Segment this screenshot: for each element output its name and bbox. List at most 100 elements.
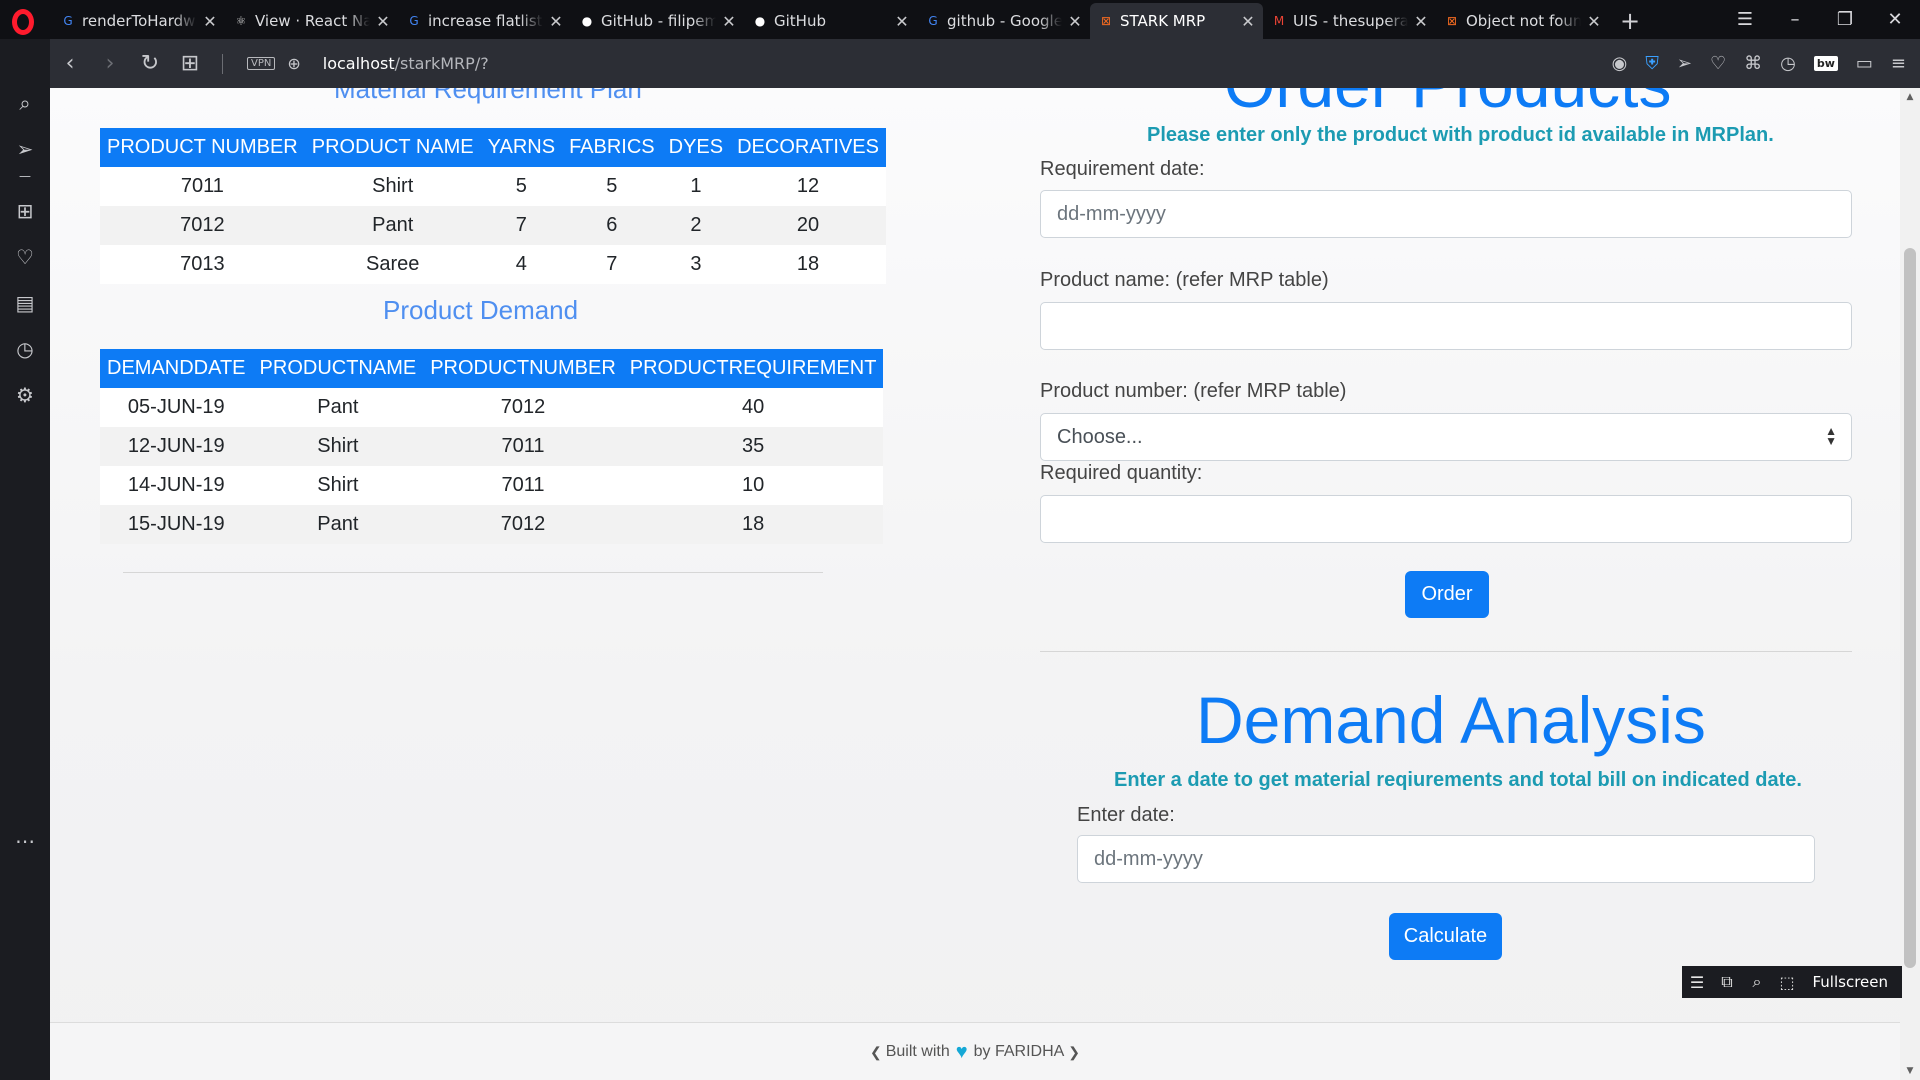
table-cell: 7012 bbox=[180, 214, 225, 236]
table-cell: 40 bbox=[741, 396, 765, 418]
table-cell: Shirt bbox=[317, 474, 359, 496]
order-button[interactable]: Order bbox=[1405, 571, 1489, 618]
bookmarks-heart-icon[interactable]: ♡ bbox=[0, 245, 50, 269]
browser-tab[interactable]: ⊠ STARK MRP ✕ bbox=[1090, 3, 1263, 39]
sidebar-divider: — bbox=[19, 169, 31, 183]
table-cell: 18 bbox=[741, 513, 765, 535]
tab-menu-icon[interactable]: ☰ bbox=[1720, 9, 1770, 30]
fullscreen-button[interactable]: Fullscreen bbox=[1812, 973, 1888, 991]
minimize-icon[interactable]: – bbox=[1770, 9, 1820, 30]
tab-close-icon[interactable]: ✕ bbox=[203, 12, 217, 31]
table-row: 05-JUN-19 Pant 7012 40 bbox=[100, 388, 884, 427]
scroll-thumb[interactable] bbox=[1904, 248, 1916, 968]
send-icon[interactable]: ➢ bbox=[0, 137, 50, 161]
tab-close-icon[interactable]: ✕ bbox=[376, 12, 390, 31]
scroll-up-icon[interactable]: ▲ bbox=[1900, 92, 1920, 102]
easy-setup-icon[interactable]: ≡ bbox=[1891, 53, 1906, 74]
select-caret-icon: ▲ ▼ bbox=[1825, 424, 1837, 448]
back-icon[interactable]: ‹ bbox=[50, 51, 90, 76]
tab-title: renderToHardwa bbox=[82, 12, 197, 30]
forward-icon[interactable]: › bbox=[90, 51, 130, 76]
tab-close-icon[interactable]: ✕ bbox=[1068, 12, 1082, 31]
tab-title: Object not foun bbox=[1466, 12, 1581, 30]
table-cell: 05-JUN-19 bbox=[127, 396, 225, 418]
requirement-date-input[interactable]: dd-mm-yyyy bbox=[1040, 190, 1852, 238]
tab-grid-icon[interactable]: ⊞ bbox=[170, 51, 210, 76]
table-cell: Shirt bbox=[372, 175, 414, 197]
speed-dial-icon[interactable]: ⊞ bbox=[0, 199, 50, 223]
site-info-icon[interactable]: ⊕ bbox=[287, 54, 300, 73]
tab-title: GitHub - filipem bbox=[601, 12, 716, 30]
restore-icon[interactable]: ❐ bbox=[1820, 9, 1870, 30]
table-cell: 5 bbox=[515, 175, 527, 197]
demand-table-body: 05-JUN-19 Pant 7012 40 12-JUN-19 Shirt 7011 35 1… bbox=[100, 388, 884, 544]
product-number-select[interactable]: Choose... ▲ ▼ bbox=[1040, 413, 1852, 461]
news-icon[interactable]: ▤ bbox=[0, 291, 50, 315]
table-cell: 1 bbox=[690, 175, 702, 197]
page-scrollbar[interactable]: ▲ ▼ bbox=[1900, 88, 1920, 1080]
tab-favicon-icon: M bbox=[1273, 14, 1285, 28]
history-icon[interactable]: ◷ bbox=[0, 337, 50, 361]
scroll-down-icon[interactable]: ▼ bbox=[1900, 1066, 1920, 1076]
history-icon[interactable]: ◷ bbox=[1780, 53, 1796, 74]
calculate-button[interactable]: Calculate bbox=[1389, 913, 1502, 960]
search-icon[interactable]: ⌕ bbox=[0, 91, 50, 115]
browser-tab[interactable]: GrenderToHardwa ✕ bbox=[52, 3, 225, 39]
heart-icon[interactable]: ♡ bbox=[1710, 53, 1726, 74]
enter-date-label: Enter date: bbox=[1077, 804, 1175, 826]
heart-icon: ♥ bbox=[955, 1040, 968, 1063]
extensions-icon[interactable]: ⌘ bbox=[1744, 53, 1762, 74]
battery-icon[interactable]: ▭ bbox=[1856, 53, 1873, 74]
browser-tab[interactable]: ● GitHub - filipem ✕ bbox=[571, 3, 744, 39]
column-header: PRODUCTNUMBER bbox=[423, 349, 623, 388]
tab-close-icon[interactable]: ✕ bbox=[1414, 12, 1428, 31]
extension-badge-icon[interactable]: bw bbox=[1813, 56, 1838, 71]
reload-icon[interactable]: ↻ bbox=[130, 51, 170, 76]
snapshot-icon[interactable]: ◉ bbox=[1612, 53, 1628, 74]
tab-strip: GrenderToHardwa ✕ ⚛ View · React Nat ✕ Gincre… bbox=[0, 0, 1920, 39]
tab-close-icon[interactable]: ✕ bbox=[1241, 12, 1255, 31]
opera-menu-icon[interactable] bbox=[12, 9, 34, 35]
popout-resize-icon[interactable]: ⬚ bbox=[1772, 973, 1802, 992]
table-cell: Pant bbox=[317, 513, 359, 535]
new-tab-icon[interactable]: + bbox=[1615, 3, 1645, 39]
settings-gear-icon[interactable]: ⚙ bbox=[0, 383, 50, 407]
tab-close-icon[interactable]: ✕ bbox=[722, 12, 736, 31]
column-header: DECORATIVES bbox=[730, 128, 886, 167]
product-name-input[interactable] bbox=[1040, 302, 1852, 350]
table-cell: 7 bbox=[515, 214, 527, 236]
vpn-badge[interactable]: VPN bbox=[247, 57, 276, 70]
mrp-table-body: 7011 Shirt 5 5 1 12 7012 Pant 7 6 2 20 7013 Saree 4 7 3 1… bbox=[100, 167, 886, 284]
table-row: 15-JUN-19 Pant 7012 18 bbox=[100, 505, 884, 544]
required-quantity-input[interactable] bbox=[1040, 495, 1852, 543]
browser-tab[interactable]: Gincrease flatlist p ✕ bbox=[398, 3, 571, 39]
requirement-date-label: Requirement date: bbox=[1040, 158, 1205, 180]
tab-title: increase flatlist p bbox=[428, 12, 543, 30]
more-icon[interactable]: ⋯ bbox=[0, 829, 50, 853]
browser-tab[interactable]: ⊠ Object not foun ✕ bbox=[1436, 3, 1609, 39]
enter-date-input[interactable]: dd-mm-yyyy bbox=[1077, 835, 1815, 883]
product-name-label: Product name: (refer MRP table) bbox=[1040, 269, 1329, 291]
close-window-icon[interactable]: ✕ bbox=[1870, 9, 1920, 30]
popout-window-icon[interactable]: ⧉ bbox=[1712, 972, 1742, 992]
demand-table: DEMANDDATE PRODUCTNAME PRODUCTNUMBER PRODUC… bbox=[100, 349, 884, 544]
popout-search-icon[interactable]: ⌕ bbox=[1742, 972, 1772, 992]
send-icon[interactable]: ➢ bbox=[1677, 53, 1692, 74]
table-cell: 2 bbox=[690, 214, 702, 236]
demand-analysis-title: Demand Analysis bbox=[1196, 683, 1706, 757]
tab-close-icon[interactable]: ✕ bbox=[1587, 12, 1601, 31]
tab-close-icon[interactable]: ✕ bbox=[895, 12, 909, 31]
product-number-selected: Choose... bbox=[1057, 425, 1143, 448]
browser-tab[interactable]: M UIS - thesuperaz ✕ bbox=[1263, 3, 1436, 39]
browser-tab[interactable]: ● GitHub ✕ bbox=[744, 3, 917, 39]
popout-menu-icon[interactable]: ☰ bbox=[1682, 973, 1712, 992]
built-with-text: Built with bbox=[885, 1043, 950, 1060]
browser-tab[interactable]: Ggithub - Google ✕ bbox=[917, 3, 1090, 39]
tab-close-icon[interactable]: ✕ bbox=[549, 12, 563, 31]
table-cell: 12-JUN-19 bbox=[127, 435, 225, 457]
table-cell: 7011 bbox=[501, 435, 545, 457]
browser-tab[interactable]: ⚛ View · React Nat ✕ bbox=[225, 3, 398, 39]
adblock-icon[interactable]: ⛨ bbox=[1645, 53, 1659, 74]
url-field[interactable]: localhost/starkMRP/? bbox=[323, 54, 489, 73]
mrp-title: Material Requirement Plan bbox=[334, 88, 642, 104]
